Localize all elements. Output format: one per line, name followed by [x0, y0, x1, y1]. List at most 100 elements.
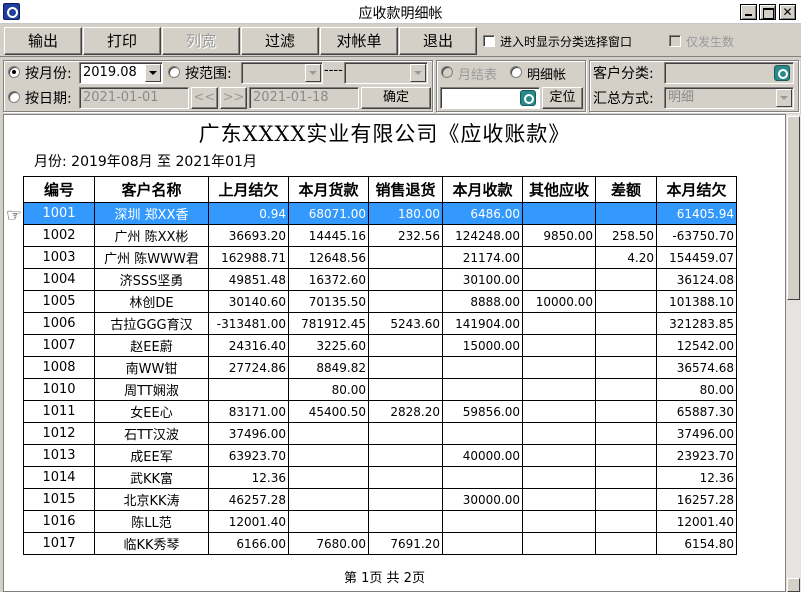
- col-balance-cell: 65887.30: [656, 400, 737, 423]
- table-row[interactable]: 1016 陈LL范 12001.40 12001.40: [23, 510, 737, 533]
- col-diff-header[interactable]: 差额: [595, 176, 657, 203]
- by-range-radio[interactable]: [168, 66, 180, 78]
- col-customer-header[interactable]: 客户名称: [94, 176, 209, 203]
- filter-button[interactable]: 过滤: [241, 27, 319, 55]
- col-prev-balance-cell: 27724.86: [208, 356, 289, 379]
- summary-mode-select[interactable]: 明细: [664, 87, 794, 109]
- col-code-cell: 1008: [23, 356, 95, 379]
- report-view: 广东XXXX实业有限公司《应收账款》 月份: 2019年08月 至 2021年0…: [3, 114, 786, 592]
- col-diff-cell: 258.50: [595, 224, 657, 247]
- by-month-radio[interactable]: [8, 66, 20, 78]
- col-receipts-cell: [442, 356, 523, 379]
- table-row[interactable]: 1006 古拉GGG育汉 -313481.00 781912.45 5243.60 141…: [23, 312, 737, 335]
- col-prev-balance-cell: 46257.28: [208, 488, 289, 511]
- col-other-cell: 9850.00: [522, 224, 596, 247]
- col-customer-cell: 古拉GGG育汉: [94, 312, 209, 335]
- next-period-button[interactable]: >>: [220, 87, 247, 109]
- month-select[interactable]: 2019.08: [79, 62, 163, 84]
- table-row[interactable]: 1015 北京KK涛 46257.28 30000.00 16257.28: [23, 488, 737, 511]
- col-diff-cell: [595, 444, 657, 467]
- col-code-cell: 1012: [23, 422, 95, 445]
- monthly-balance-radio[interactable]: [441, 66, 453, 78]
- export-button[interactable]: 输出: [4, 27, 82, 55]
- table-row[interactable]: 1004 济SSS坚勇 49851.48 16372.60 30100.00 36124.…: [23, 268, 737, 291]
- chevron-down-icon[interactable]: [776, 89, 792, 107]
- table-row[interactable]: 1003 广州 陈WWW君 162988.71 12648.56 21174.00 4.2…: [23, 246, 737, 269]
- col-diff-cell: [595, 400, 657, 423]
- detail-ledger-radio[interactable]: [510, 66, 522, 78]
- toolbar: 输出 打印 列宽 过滤 对帐单 退出 进入时显示分类选择窗口 仅发生数: [0, 25, 801, 57]
- range-end-select[interactable]: [344, 62, 428, 84]
- statement-button[interactable]: 对帐单: [320, 27, 398, 55]
- col-code-header[interactable]: 编号: [23, 176, 95, 203]
- col-customer-cell: 陈LL范: [94, 510, 209, 533]
- locate-button[interactable]: 定位: [542, 87, 583, 109]
- chevron-down-icon[interactable]: [410, 64, 426, 82]
- col-receipts-cell: 8888.00: [442, 290, 523, 313]
- col-other-cell: [522, 356, 596, 379]
- column-width-button[interactable]: 列宽: [162, 27, 240, 55]
- table-row[interactable]: 1007 赵EE蔚 24316.40 3225.60 15000.00 12542.00: [23, 334, 737, 357]
- col-diff-cell: [595, 532, 657, 555]
- col-balance-cell: 23923.70: [656, 444, 737, 467]
- table-row[interactable]: 1010 周TT娴淑 80.00 80.00: [23, 378, 737, 401]
- table-row[interactable]: 1017 临KK秀琴 6166.00 7680.00 7691.20 6154.80: [23, 532, 737, 555]
- search-icon[interactable]: [774, 65, 790, 81]
- col-returns-cell: [368, 334, 443, 357]
- col-prev-balance-header[interactable]: 上月结欠: [208, 176, 289, 203]
- col-other-header[interactable]: 其他应收: [522, 176, 596, 203]
- table-row[interactable]: 1011 女EE心 83171.00 45400.50 2828.20 59856.00 6…: [23, 400, 737, 423]
- detail-ledger-label: 明细帐: [527, 68, 567, 83]
- col-sales-cell: 16372.60: [288, 268, 369, 291]
- scrollbar-thumb[interactable]: [787, 116, 800, 300]
- table-row[interactable]: 1005 林创DE 30140.60 70135.50 8888.00 10000.00 1…: [23, 290, 737, 313]
- col-diff-cell: [595, 202, 657, 225]
- col-prev-balance-cell: [208, 378, 289, 401]
- by-date-radio[interactable]: [8, 91, 20, 103]
- col-returns-cell: [368, 246, 443, 269]
- col-returns-cell: [368, 466, 443, 489]
- col-code-cell: 1010: [23, 378, 95, 401]
- col-other-cell: [522, 334, 596, 357]
- table-row[interactable]: 1012 石TT汉波 37496.00 37496.00: [23, 422, 737, 445]
- col-balance-cell: 80.00: [656, 378, 737, 401]
- col-diff-cell: [595, 334, 657, 357]
- col-prev-balance-cell: 30140.60: [208, 290, 289, 313]
- col-balance-cell: 12542.00: [656, 334, 737, 357]
- chevron-down-icon[interactable]: [305, 64, 321, 82]
- confirm-button[interactable]: 确定: [361, 87, 431, 109]
- col-sales-header[interactable]: 本月货款: [288, 176, 369, 203]
- col-sales-cell: 80.00: [288, 378, 369, 401]
- table-row[interactable]: 1002 广州 陈XX彬 36693.20 14445.16 232.56 124248.…: [23, 224, 737, 247]
- col-prev-balance-cell: 0.94: [208, 202, 289, 225]
- table-row[interactable]: 1014 武KK富 12.36 12.36: [23, 466, 737, 489]
- prev-period-button[interactable]: <<: [191, 87, 218, 109]
- only-occurred-checkbox[interactable]: [669, 35, 681, 47]
- table-header-row: 编号 客户名称 上月结欠 本月货款 销售退货 本月收款 其他应收 差额 本月结欠: [23, 176, 737, 203]
- table-row[interactable]: 1008 南WW钳 27724.86 8849.82 36574.68: [23, 356, 737, 379]
- scrollbar-down-button[interactable]: [787, 578, 800, 592]
- col-diff-cell: 4.20: [595, 246, 657, 269]
- col-balance-cell: 61405.94: [656, 202, 737, 225]
- print-button[interactable]: 打印: [83, 27, 161, 55]
- col-returns-header[interactable]: 销售退货: [368, 176, 443, 203]
- col-sales-cell: 7680.00: [288, 532, 369, 555]
- show-category-checkbox[interactable]: [483, 35, 495, 47]
- table-row[interactable]: 1001 深圳 郑XX香 0.94 68071.00 180.00 6486.00 6140…: [23, 202, 737, 225]
- search-icon[interactable]: [520, 90, 536, 106]
- close-button[interactable]: ✕: [779, 4, 796, 20]
- date-to-field[interactable]: 2021-01-18: [249, 87, 359, 109]
- col-prev-balance-cell: 12001.40: [208, 510, 289, 533]
- range-start-select[interactable]: [241, 62, 323, 84]
- chevron-down-icon[interactable]: [145, 64, 161, 82]
- table-row[interactable]: 1013 成EE军 63923.70 40000.00 23923.70: [23, 444, 737, 467]
- col-balance-header[interactable]: 本月结欠: [656, 176, 737, 203]
- date-from-field[interactable]: 2021-01-01: [79, 87, 189, 109]
- maximize-button[interactable]: [759, 4, 776, 20]
- col-receipts-cell: 6486.00: [442, 202, 523, 225]
- col-balance-cell: 6154.80: [656, 532, 737, 555]
- col-sales-cell: 3225.60: [288, 334, 369, 357]
- col-receipts-header[interactable]: 本月收款: [442, 176, 523, 203]
- minimize-button[interactable]: [740, 4, 757, 20]
- exit-button[interactable]: 退出: [399, 27, 477, 55]
